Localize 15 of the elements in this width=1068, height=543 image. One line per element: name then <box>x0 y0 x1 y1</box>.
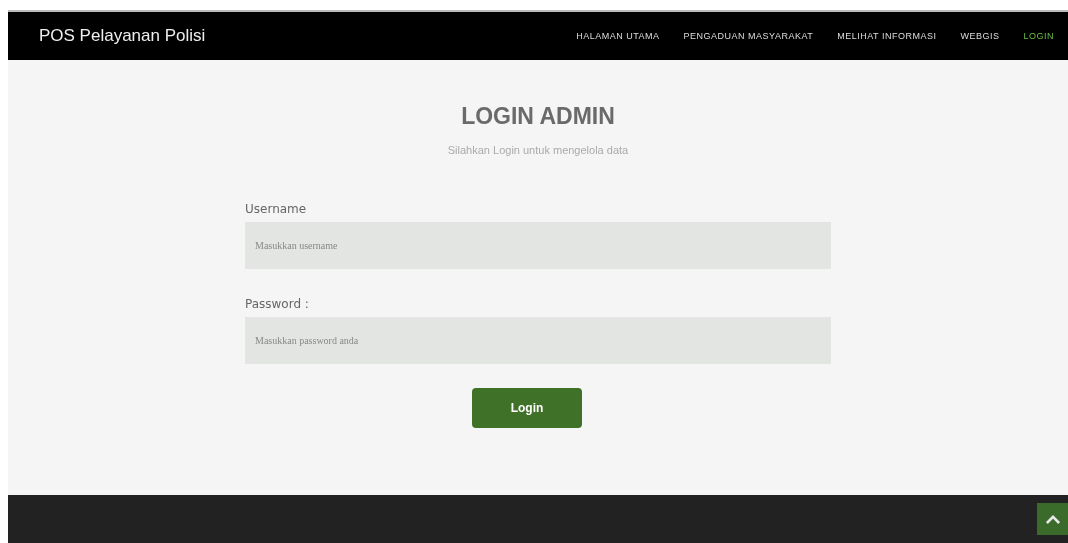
input-field[interactable]: Masukkan password anda <box>245 317 831 364</box>
field-label: Username <box>245 202 308 216</box>
caret-up-icon <box>1045 514 1060 524</box>
nav-link[interactable]: LOGIN <box>1023 31 1054 41</box>
scroll-top-button[interactable] <box>1037 503 1068 535</box>
input-field[interactable]: Masukkan username <box>245 222 831 269</box>
field-label: Password : <box>245 297 310 311</box>
nav-link[interactable]: WEBGIS <box>960 31 1000 41</box>
nav-link[interactable]: HALAMAN UTAMA <box>576 31 660 41</box>
page-title: LOGIN ADMIN <box>461 103 615 130</box>
nav-link[interactable]: MELIHAT INFORMASI <box>837 31 937 41</box>
page-subtitle: Silahkan Login untuk mengelola data <box>447 144 629 156</box>
nav-link[interactable]: PENGADUAN MASYARAKAT <box>683 31 814 41</box>
brand-title[interactable]: POS Pelayanan Polisi <box>39 26 206 46</box>
login-button[interactable]: Login <box>472 388 582 428</box>
